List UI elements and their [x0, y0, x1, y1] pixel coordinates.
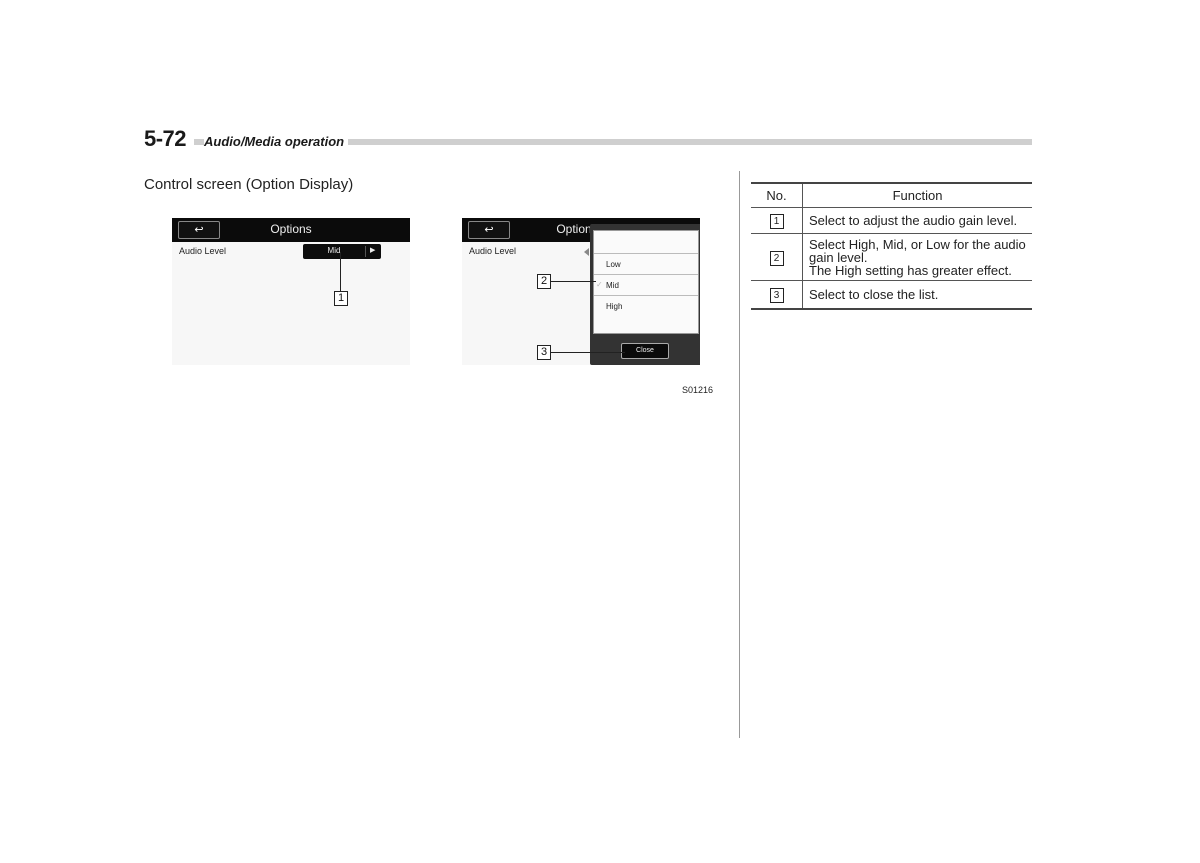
- table-row: 3 Select to close the list.: [751, 280, 1032, 310]
- popup-pointer: [584, 248, 589, 256]
- page-header: 5-72 Audio/Media operation: [144, 126, 1032, 151]
- options-screen-2: ↩ Options Audio Level Low ✓ Mid High Clo…: [462, 218, 700, 365]
- table-header-row: No. Function: [751, 182, 1032, 208]
- table-row: 1 Select to adjust the audio gain level.: [751, 207, 1032, 234]
- callout-1-leader: [340, 252, 341, 292]
- options-list: Low ✓ Mid High: [593, 230, 699, 334]
- row-number: 1: [769, 214, 784, 229]
- option-low[interactable]: Low: [594, 253, 698, 274]
- row-function-text: gain level.: [809, 249, 868, 265]
- audio-level-label: Audio Level: [179, 246, 227, 256]
- row-function-text: Select High, Mid, or Low for the audio: [809, 236, 1026, 252]
- audio-level-selector[interactable]: Mid ▶: [303, 244, 381, 259]
- options-screen-1: ↩ Options Audio Level Mid ▶: [172, 218, 410, 365]
- callout-3-leader: [551, 352, 625, 353]
- section-title: Audio/Media operation: [204, 134, 349, 149]
- header-no: No.: [751, 182, 803, 208]
- row-number: 3: [769, 287, 784, 303]
- row-number: 2: [769, 250, 784, 266]
- function-table: No. Function 1 Select to adjust the audi…: [751, 182, 1032, 310]
- check-icon: ✓: [596, 280, 603, 289]
- close-button[interactable]: Close: [621, 343, 669, 359]
- options-popup: Low ✓ Mid High Close: [590, 224, 700, 365]
- screen-title: Options: [270, 222, 312, 236]
- column-divider: [739, 171, 740, 738]
- top-bar: ↩ Options: [172, 218, 410, 242]
- page-number: 5-72: [144, 126, 187, 151]
- table-row: 2 Select High, Mid, or Low for the audio…: [751, 233, 1032, 281]
- callout-2: 2: [537, 274, 551, 289]
- selected-value: Mid: [327, 246, 341, 255]
- figure-code: S01216: [682, 385, 714, 395]
- option-high[interactable]: High: [594, 295, 698, 316]
- callout-1: 1: [334, 291, 348, 306]
- audio-level-label: Audio Level: [469, 246, 517, 256]
- callout-3: 3: [537, 345, 551, 360]
- row-function-text: Select to adjust the audio gain level.: [809, 213, 1018, 228]
- row-function-text: The High setting has greater effect.: [809, 262, 1012, 278]
- separator: [365, 246, 366, 257]
- row-function-text: Select to close the list.: [809, 286, 939, 302]
- play-arrow-icon: ▶: [370, 247, 376, 254]
- figure-subtitle: Control screen (Option Display): [144, 176, 354, 193]
- header-function: Function: [802, 182, 1032, 208]
- callout-2-leader: [551, 281, 596, 282]
- option-mid[interactable]: ✓ Mid: [594, 274, 698, 295]
